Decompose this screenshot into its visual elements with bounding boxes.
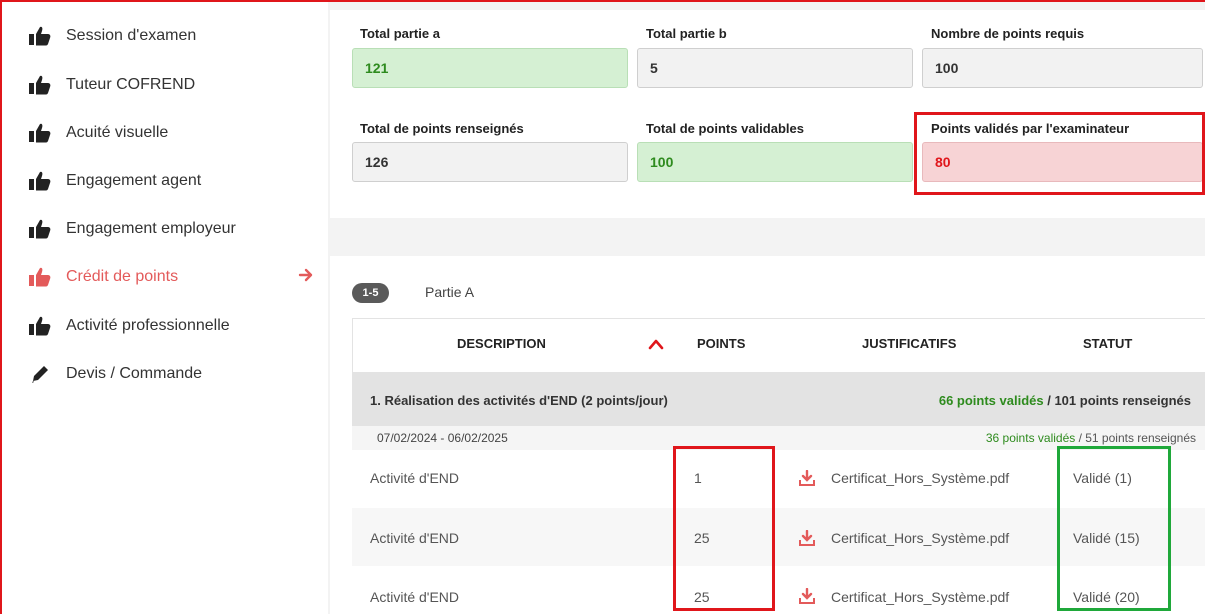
thumbs-up-icon [28, 26, 52, 46]
points-requis-field: 100 [922, 48, 1203, 88]
sidebar-item-devis-commande[interactable]: Devis / Commande [28, 361, 202, 387]
total-partie-b-label: Total partie b [646, 26, 727, 41]
row-description: Activité d'END [370, 530, 460, 546]
row-points: 25 [694, 589, 710, 605]
thumbs-up-icon [28, 219, 52, 239]
row-description: Activité d'END [370, 470, 460, 486]
period-dates: 07/02/2024 - 06/02/2025 [377, 431, 508, 445]
sidebar-item-tuteur-cofrend[interactable]: Tuteur COFREND [28, 72, 195, 98]
download-icon[interactable] [799, 469, 815, 486]
period-points-summary: 36 points validés / 51 points renseignés [986, 431, 1196, 445]
row-points: 25 [694, 530, 710, 546]
download-icon[interactable] [799, 587, 815, 604]
row-status: Validé (15) [1073, 530, 1140, 546]
column-header-description[interactable]: DESCRIPTION [457, 336, 546, 351]
sidebar-item-label: Engagement agent [66, 172, 202, 189]
points-valides-examinateur-label: Points validés par l'examinateur [931, 121, 1130, 136]
points-renseignes-field: 126 [352, 142, 628, 182]
section-title: Partie A [425, 284, 475, 300]
thumbs-up-icon [28, 75, 52, 95]
group-title: 1. Réalisation des activités d'END (2 po… [370, 393, 668, 408]
points-requis-label: Nombre de points requis [931, 26, 1085, 41]
sidebar-item-label: Engagement employeur [66, 220, 236, 237]
period-entered-points: / 51 points renseignés [1075, 431, 1196, 445]
period-validated-points: 36 points validés [985, 431, 1076, 445]
row-justificatif-link[interactable]: Certificat_Hors_Système.pdf [831, 530, 1009, 546]
sidebar-item-label: Tuteur COFREND [66, 76, 196, 93]
points-renseignes-label: Total de points renseignés [360, 121, 524, 136]
row-status: Validé (20) [1073, 589, 1140, 605]
sidebar-item-label: Activité professionnelle [66, 317, 230, 334]
column-header-points[interactable]: POINTS [697, 336, 745, 351]
total-partie-a-field: 121 [352, 48, 628, 88]
sidebar: Session d'examen Tuteur COFREND Acuité v… [0, 0, 328, 614]
group-validated-points: 66 points validés [938, 393, 1044, 408]
points-validables-label: Total de points validables [646, 121, 804, 136]
row-points: 1 [694, 470, 702, 486]
sidebar-item-credit-de-points[interactable]: Crédit de points [28, 264, 178, 290]
row-justificatif-link[interactable]: Certificat_Hors_Système.pdf [831, 589, 1009, 605]
row-description: Activité d'END [370, 589, 460, 605]
group-entered-points: / 101 points renseignés [1043, 393, 1191, 408]
sidebar-item-session-examen[interactable]: Session d'examen [28, 23, 196, 49]
sidebar-item-label: Session d'examen [66, 27, 197, 44]
total-partie-b-field: 5 [637, 48, 913, 88]
sidebar-item-acuite-visuelle[interactable]: Acuité visuelle [28, 120, 168, 146]
sidebar-item-label: Devis / Commande [66, 365, 203, 382]
points-validables-field: 100 [637, 142, 913, 182]
download-icon[interactable] [799, 529, 815, 546]
thumbs-up-icon [28, 123, 52, 143]
thumbs-up-icon [28, 316, 52, 336]
sidebar-item-label: Acuité visuelle [66, 124, 169, 141]
sidebar-item-label: Crédit de points [66, 268, 179, 285]
points-summary-card [330, 10, 1205, 218]
row-justificatif-link[interactable]: Certificat_Hors_Système.pdf [831, 470, 1009, 486]
total-partie-a-label: Total partie a [360, 26, 440, 41]
group-points-summary: 66 points validés / 101 points renseigné… [939, 393, 1191, 408]
sort-ascending-icon[interactable] [647, 337, 665, 351]
thumbs-up-icon [28, 171, 52, 191]
sidebar-item-activite-professionnelle[interactable]: Activité professionnelle [28, 313, 230, 339]
section-range-badge: 1-5 [352, 283, 389, 303]
arrow-right-icon [298, 267, 314, 283]
column-header-statut[interactable]: STATUT [1083, 336, 1132, 351]
row-status: Validé (1) [1073, 470, 1132, 486]
points-valides-examinateur-field: 80 [922, 142, 1203, 182]
pencil-icon [28, 364, 52, 384]
sidebar-item-engagement-employeur[interactable]: Engagement employeur [28, 216, 236, 242]
sidebar-item-engagement-agent[interactable]: Engagement agent [28, 168, 201, 194]
thumbs-up-icon [28, 267, 52, 287]
column-header-justificatifs[interactable]: JUSTIFICATIFS [862, 336, 956, 351]
